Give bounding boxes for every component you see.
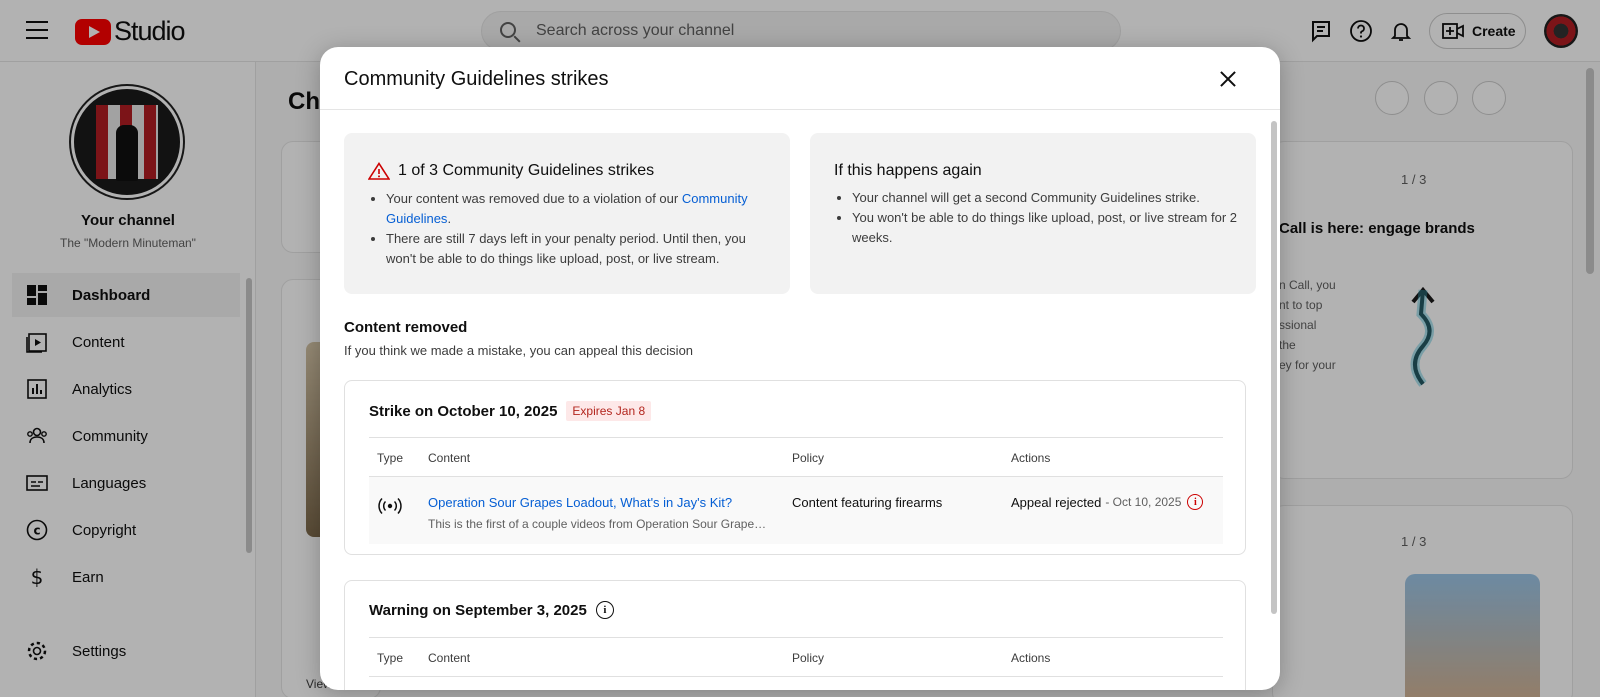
warning-icon: [368, 162, 390, 180]
list-item: Your content was removed due to a violat…: [371, 189, 766, 229]
list-item: There are still 7 days left in your pena…: [371, 229, 766, 269]
strike-summary-box: 1 of 3 Community Guidelines strikes Your…: [344, 133, 790, 294]
warning-card: Warning on September 3, 2025 i Type Cont…: [344, 580, 1246, 690]
appeal-date: - Oct 10, 2025: [1105, 495, 1182, 509]
strikes-dialog: Community Guidelines strikes 1 of 3 Comm…: [320, 47, 1280, 690]
video-title-link[interactable]: Operation Sour Grapes Loadout, What's in…: [428, 495, 732, 510]
column-type: Type: [377, 651, 404, 665]
column-actions: Actions: [1011, 651, 1051, 665]
strike-summary-list: Your content was removed due to a violat…: [371, 189, 766, 269]
content-removed-subtitle: If you think we made a mistake, you can …: [344, 343, 694, 358]
column-actions: Actions: [1011, 451, 1051, 465]
video-description: This is the first of a couple videos fro…: [428, 517, 768, 531]
strike-card: Strike on October 10, 2025 Expires Jan 8…: [344, 380, 1246, 555]
warning-card-title: Warning on September 3, 2025 i: [369, 601, 614, 619]
strike-date: Strike on October 10, 2025: [369, 402, 558, 420]
column-policy: Policy: [792, 451, 825, 465]
dialog-header: Community Guidelines strikes: [320, 47, 1280, 110]
repeat-list: Your channel will get a second Community…: [837, 188, 1250, 248]
expires-badge: Expires Jan 8: [566, 401, 652, 421]
strike-card-title: Strike on October 10, 2025 Expires Jan 8: [369, 401, 652, 421]
appeal-status: Appeal rejected: [1011, 494, 1102, 510]
live-broadcast-icon: [378, 497, 402, 515]
dialog-title: Community Guidelines strikes: [344, 68, 609, 90]
column-type: Type: [377, 451, 404, 465]
column-content: Content: [428, 651, 471, 665]
warning-table-header: Type Content Policy Actions: [369, 637, 1223, 677]
list-item-text: .: [447, 211, 452, 226]
dialog-scrollbar[interactable]: [1271, 121, 1277, 614]
info-icon[interactable]: i: [1187, 494, 1204, 510]
close-icon[interactable]: [1212, 63, 1244, 95]
strike-summary-heading: 1 of 3 Community Guidelines strikes: [368, 162, 654, 180]
strike-table-header: Type Content Policy Actions: [369, 437, 1223, 477]
column-policy: Policy: [792, 651, 825, 665]
table-row: Operation Sour Grapes Loadout, What's in…: [369, 477, 1223, 544]
repeat-heading: If this happens again: [834, 162, 982, 179]
info-icon[interactable]: i: [595, 601, 614, 619]
strike-count-text: 1 of 3 Community Guidelines strikes: [398, 162, 655, 179]
warning-date: Warning on September 3, 2025: [369, 601, 587, 619]
list-item: Your channel will get a second Community…: [837, 188, 1250, 208]
action-status: Appeal rejected - Oct 10, 2025 i: [1011, 494, 1204, 510]
list-item: You won't be able to do things like uplo…: [837, 208, 1250, 248]
content-removed-title: Content removed: [344, 319, 468, 336]
dialog-body: 1 of 3 Community Guidelines strikes Your…: [320, 111, 1280, 690]
list-item-text: Your content was removed due to a violat…: [386, 191, 682, 206]
column-content: Content: [428, 451, 471, 465]
repeat-consequence-box: If this happens again Your channel will …: [810, 133, 1256, 294]
policy-text: Content featuring firearms: [792, 495, 943, 510]
